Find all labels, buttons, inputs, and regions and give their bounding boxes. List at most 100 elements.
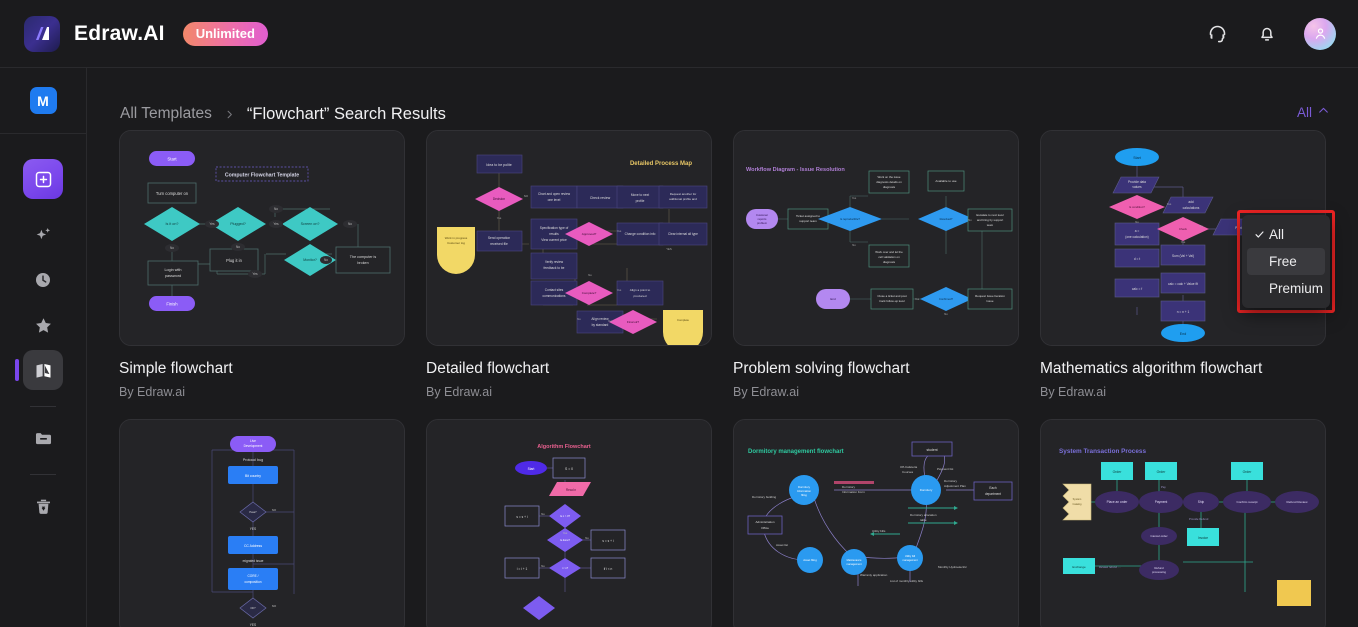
template-card[interactable]: Algorithm Flowchart Start S = 0 Read n I… <box>426 419 712 627</box>
svg-text:Order: Order <box>1157 470 1167 474</box>
svg-text:communications: communications <box>542 294 565 298</box>
svg-text:s = s + i: s = s + i <box>516 515 527 519</box>
sidebar-item-favorites[interactable] <box>23 305 63 345</box>
svg-text:Decision: Decision <box>493 197 505 201</box>
svg-text:one level: one level <box>548 198 561 202</box>
svg-text:Exchange: Exchange <box>1072 565 1086 569</box>
template-card[interactable]: Workflow Diagram - Issue Resolution Cust… <box>733 130 1019 399</box>
svg-text:Chart and open review: Chart and open review <box>538 192 571 196</box>
folder-icon <box>35 432 51 444</box>
template-card[interactable]: Detailed Process Map Idea to be polite D… <box>426 130 712 399</box>
brand-block[interactable]: Edraw.AI Unlimited <box>0 15 268 52</box>
svg-text:Algorithm Flowchart: Algorithm Flowchart <box>537 444 591 450</box>
svg-text:Check: Check <box>1179 227 1188 231</box>
sidebar-item-templates[interactable] <box>15 350 63 390</box>
workspace-badge[interactable]: M <box>29 87 57 114</box>
svg-text:management: management <box>902 558 917 562</box>
svg-text:diagnosis details on: diagnosis details on <box>876 180 902 184</box>
svg-text:team: team <box>987 223 994 227</box>
svg-text:No: No <box>236 245 240 249</box>
template-card[interactable]: Dormitory management flowchart Dormitory… <box>733 419 1019 627</box>
svg-text:CORE /: CORE / <box>248 574 259 578</box>
template-thumbnail: Algorithm Flowchart Start S = 0 Read n I… <box>426 419 712 627</box>
svg-text:Off-Cafeteria: Off-Cafeteria <box>900 465 917 469</box>
svg-text:Workflow Diagram - Issue Resol: Workflow Diagram - Issue Resolution <box>746 167 845 173</box>
filter-option-premium[interactable]: Premium <box>1247 275 1325 302</box>
svg-text:Sum (Val + Val): Sum (Val + Val) <box>1172 254 1194 258</box>
svg-text:Yes: Yes <box>1167 202 1172 206</box>
sidebar-item-recent[interactable] <box>23 260 63 300</box>
svg-text:YES: YES <box>666 247 672 251</box>
filter-option-all[interactable]: All <box>1247 221 1325 248</box>
svg-text:received file: received file <box>490 242 508 246</box>
svg-text:View current price: View current price <box>541 238 567 242</box>
template-grid: Computer Flowchart Template Start Turn c… <box>87 130 1358 627</box>
svg-text:Specification type of: Specification type of <box>540 226 569 230</box>
star-icon <box>35 317 51 333</box>
svg-text:Work on the issue: Work on the issue <box>877 175 900 179</box>
svg-text:YES: YES <box>250 527 256 531</box>
svg-text:calculations: calculations <box>1183 206 1200 210</box>
user-avatar-icon[interactable] <box>1304 17 1336 50</box>
top-bar-actions <box>1204 17 1358 50</box>
svg-text:Yes: Yes <box>1181 240 1186 244</box>
svg-text:Order: Order <box>1113 470 1123 474</box>
svg-text:s = s + i: s = s + i <box>602 539 613 543</box>
filter-dropdown-panel: All Free Premium <box>1237 210 1335 313</box>
sidebar-item-trash[interactable] <box>23 486 63 526</box>
sidebar-item-files[interactable] <box>23 418 63 458</box>
svg-text:Request Issue Iteration: Request Issue Iteration <box>975 294 1005 298</box>
svg-text:Catalog: Catalog <box>1073 502 1082 506</box>
svg-text:Payment: Payment <box>1155 500 1168 504</box>
svg-text:Send operation: Send operation <box>488 236 511 240</box>
headset-icon[interactable] <box>1204 21 1230 47</box>
svg-text:Complete: Complete <box>677 318 689 322</box>
template-card[interactable]: Live Development Protocol bug Bit countr… <box>119 419 405 627</box>
svg-text:Dormitory: Dormitory <box>842 485 856 489</box>
sidebar-item-ai-assistant[interactable] <box>23 215 63 255</box>
svg-text:track follow-up level: track follow-up level <box>879 299 905 303</box>
svg-text:Each: Each <box>989 486 996 490</box>
breadcrumb-all-templates[interactable]: All Templates <box>120 105 212 123</box>
svg-text:Office: Office <box>761 526 769 530</box>
breadcrumb-current: “Flowchart” Search Results <box>246 104 446 123</box>
svg-text:Asset list: Asset list <box>776 543 788 547</box>
svg-text:Request another for: Request another for <box>670 192 697 196</box>
svg-text:Yes: Yes <box>617 288 622 292</box>
template-thumbnail: Dormitory management flowchart Dormitory… <box>733 419 1019 627</box>
svg-text:(one calculation): (one calculation) <box>1125 235 1148 239</box>
plan-badge[interactable]: Unlimited <box>182 21 268 46</box>
template-author: By Edraw.ai <box>733 385 800 399</box>
template-author: By Edraw.ai <box>1040 385 1107 399</box>
svg-text:Warranty application: Warranty application <box>860 573 888 577</box>
svg-text:Yes: Yes <box>497 216 502 220</box>
svg-text:Utility bills: Utility bills <box>872 529 886 533</box>
svg-text:CC Address: CC Address <box>244 544 262 548</box>
templates-icon <box>36 363 50 378</box>
svg-text:d = t: d = t <box>1134 257 1140 261</box>
template-card[interactable]: Computer Flowchart Template Start Turn c… <box>119 130 405 399</box>
template-card[interactable]: System Transaction Process System Catalo… <box>1040 419 1326 627</box>
svg-text:Change condition info: Change condition info <box>625 232 656 236</box>
sidebar-item-new-document[interactable] <box>23 159 63 199</box>
filter-option-free[interactable]: Free <box>1247 248 1325 275</box>
svg-text:Confirmed?: Confirmed? <box>939 297 953 301</box>
svg-text:Work over and let the: Work over and let the <box>875 250 903 254</box>
chevron-right-icon <box>224 109 235 120</box>
svg-text:End: End <box>1180 332 1186 336</box>
plus-square-icon <box>35 171 51 187</box>
thumbnail-detailed-flowchart: Detailed Process Map Idea to be polite D… <box>427 131 711 345</box>
clock-icon <box>36 273 50 287</box>
template-author: By Edraw.ai <box>426 385 493 399</box>
svg-text:Yes: Yes <box>209 222 215 226</box>
svg-text:Is reproducible?: Is reproducible? <box>840 217 860 221</box>
svg-text:Order: Order <box>1243 470 1253 474</box>
bell-icon[interactable] <box>1254 21 1280 47</box>
template-title: Simple flowchart <box>119 360 233 377</box>
svg-text:department: department <box>985 492 1001 496</box>
svg-text:Customer log: Customer log <box>447 241 465 245</box>
svg-text:Invoice: Invoice <box>1198 536 1208 540</box>
svg-text:filing: filing <box>801 493 807 497</box>
svg-text:Available to use: Available to use <box>935 179 956 183</box>
filter-dropdown-trigger[interactable]: All <box>1297 104 1330 120</box>
